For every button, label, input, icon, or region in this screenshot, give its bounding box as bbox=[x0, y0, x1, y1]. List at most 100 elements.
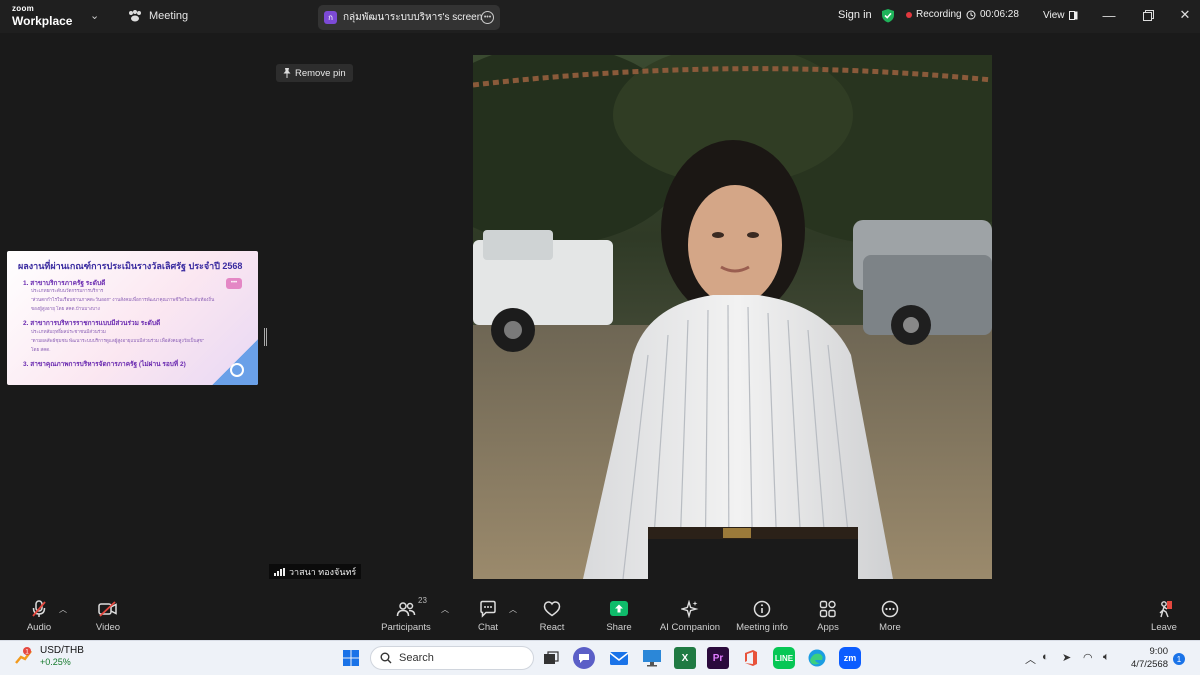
timer-value: 00:06:28 bbox=[980, 9, 1019, 20]
active-speaker-video[interactable] bbox=[473, 55, 992, 579]
meeting-info-button[interactable]: Meeting info bbox=[727, 600, 797, 633]
restore-icon[interactable] bbox=[1139, 7, 1157, 23]
mail-icon[interactable] bbox=[608, 647, 630, 669]
share-tab-label: กลุ่มพัฒนาระบบบริหาร's screen bbox=[343, 12, 483, 23]
windows-taskbar: 1 USD/THB +0.25% Search X Pr LINE zm ︿ ◐… bbox=[0, 640, 1200, 675]
tab-shared-screen[interactable]: ก กลุ่มพัฒนาระบบบริหาร's screen ••• bbox=[318, 5, 500, 30]
chat-options-caret-icon[interactable]: ︿ bbox=[509, 604, 517, 615]
more-options-icon[interactable]: ••• bbox=[481, 11, 494, 24]
excel-icon[interactable]: X bbox=[674, 647, 696, 669]
chat-label: Chat bbox=[477, 622, 499, 633]
pin-icon bbox=[283, 68, 291, 78]
close-icon[interactable]: ✕ bbox=[1176, 7, 1194, 23]
minimize-icon[interactable]: — bbox=[1100, 7, 1118, 23]
meeting-timer: 00:06:28 bbox=[966, 9, 1019, 20]
slide-item-1: 1. สาขาบริการภาครัฐ ระดับดี bbox=[23, 280, 106, 287]
view-label: View bbox=[1043, 10, 1065, 21]
sparkle-icon bbox=[681, 600, 699, 618]
audio-label: Audio bbox=[26, 622, 52, 633]
participants-count: 23 bbox=[418, 596, 427, 605]
office-icon[interactable] bbox=[740, 647, 762, 669]
video-label: Video bbox=[95, 622, 121, 633]
windows-start-icon[interactable] bbox=[340, 647, 362, 669]
tray-expand-icon[interactable]: ︿ bbox=[1025, 651, 1036, 667]
notification-badge[interactable]: 1 bbox=[1173, 653, 1185, 665]
currency-widget[interactable]: 1 USD/THB +0.25% bbox=[14, 645, 84, 667]
title-bar: zoom Workplace ⌄ Meeting ก กลุ่มพัฒนาระบ… bbox=[0, 0, 1200, 33]
apps-icon bbox=[819, 600, 836, 618]
remote-desktop-icon[interactable] bbox=[641, 647, 663, 669]
location-icon[interactable]: ➤ bbox=[1062, 651, 1071, 664]
apps-button[interactable]: Apps bbox=[793, 600, 863, 633]
slide-item-2: 2. สาขาการบริหารราชการแบบมีส่วนร่วม ระดั… bbox=[23, 320, 161, 327]
sharer-avatar: ก bbox=[324, 11, 337, 24]
react-button[interactable]: React bbox=[517, 600, 587, 633]
chat-bubble-icon: ••• bbox=[226, 278, 242, 289]
more-button[interactable]: More bbox=[855, 600, 925, 633]
resize-handle[interactable] bbox=[264, 328, 267, 346]
heart-icon bbox=[543, 601, 561, 617]
tab-meeting[interactable]: Meeting bbox=[128, 10, 188, 22]
audio-options-caret-icon[interactable]: ︿ bbox=[59, 604, 67, 615]
signal-strength-icon bbox=[274, 567, 285, 576]
share-label: Share bbox=[606, 622, 632, 633]
widget-badge: 1 bbox=[25, 649, 29, 656]
slide-item-1-sub-3: ของผู้สูงอายุ โดย สคด.บ้านบางบาง bbox=[31, 306, 100, 311]
slide-logo-icon bbox=[230, 363, 244, 377]
video-button[interactable]: Video bbox=[73, 600, 143, 633]
search-label: Search bbox=[399, 652, 434, 664]
slide-item-2-sub-3: โดย สคด. bbox=[31, 347, 51, 352]
zoom-workplace-logo[interactable]: zoom Workplace bbox=[12, 5, 73, 28]
clock-date: 4/7/2568 bbox=[1131, 658, 1168, 670]
remove-pin-button[interactable]: Remove pin bbox=[276, 64, 353, 82]
tray-app-icon[interactable]: ◐ bbox=[1042, 651, 1049, 663]
zoom-app-icon[interactable]: zm bbox=[839, 647, 861, 669]
share-button[interactable]: Share bbox=[584, 600, 654, 633]
react-label: React bbox=[539, 622, 565, 633]
shared-screen-thumbnail[interactable]: ผลงานที่ผ่านเกณฑ์การประเมินรางวัลเลิศรัฐ… bbox=[7, 251, 258, 385]
recording-indicator[interactable]: Recording bbox=[906, 9, 962, 20]
microphone-muted-icon bbox=[32, 600, 46, 617]
view-button[interactable]: View bbox=[1036, 6, 1085, 25]
leave-label: Leave bbox=[1151, 622, 1177, 633]
recording-label: Recording bbox=[916, 9, 962, 20]
meeting-controls: Audio ︿ Video Participants 23 ︿ Chat ︿ R… bbox=[0, 595, 1200, 640]
speaker-video-frame bbox=[473, 55, 992, 579]
teams-chat-icon[interactable] bbox=[573, 647, 595, 669]
layout-icon bbox=[1068, 11, 1077, 20]
more-label: More bbox=[879, 622, 901, 633]
share-screen-icon bbox=[610, 601, 628, 616]
meeting-tab-label: Meeting bbox=[149, 10, 189, 22]
slide-item-3: 3. สาขาคุณภาพการบริหารจัดการภาครัฐ (ไม่ผ… bbox=[23, 361, 186, 368]
camera-off-icon bbox=[98, 601, 117, 617]
ai-companion-label: AI Companion bbox=[659, 622, 721, 633]
sign-in-link[interactable]: Sign in bbox=[838, 9, 872, 21]
more-dots-icon bbox=[881, 600, 899, 618]
meeting-info-label: Meeting info bbox=[736, 622, 788, 633]
slide-item-1-sub-1: ประเภทยกระดับนวัตกรรมการบริการ bbox=[31, 288, 104, 293]
chat-icon bbox=[480, 600, 496, 618]
currency-change: +0.25% bbox=[40, 657, 71, 667]
security-shield-icon[interactable] bbox=[881, 8, 895, 23]
slide-item-2-sub-1: ประเภทสัมฤทธิ์ผลประชาชนมีส่วนร่วม bbox=[31, 329, 106, 334]
edge-icon[interactable] bbox=[806, 647, 828, 669]
participants-options-caret-icon[interactable]: ︿ bbox=[441, 604, 449, 615]
remove-pin-label: Remove pin bbox=[295, 67, 346, 79]
ai-companion-button[interactable]: AI Companion bbox=[652, 600, 728, 633]
wifi-icon[interactable]: ◠ bbox=[1083, 651, 1093, 664]
clock-icon bbox=[966, 10, 976, 19]
leave-button[interactable]: Leave bbox=[1129, 600, 1199, 633]
system-clock[interactable]: 9:00 4/7/2568 bbox=[1128, 646, 1168, 672]
taskbar-search[interactable]: Search bbox=[370, 646, 534, 670]
premiere-icon[interactable]: Pr bbox=[707, 647, 729, 669]
participants-button[interactable]: Participants bbox=[371, 600, 441, 633]
brand-main: Workplace bbox=[12, 14, 73, 28]
line-icon[interactable]: LINE bbox=[773, 647, 795, 669]
apps-label: Apps bbox=[817, 622, 839, 633]
info-icon bbox=[753, 600, 771, 618]
stock-chart-icon: 1 bbox=[15, 647, 32, 664]
volume-icon[interactable]: 🔈︎ bbox=[1103, 651, 1110, 664]
task-view-icon[interactable] bbox=[540, 647, 562, 669]
chevron-down-icon[interactable]: ⌄ bbox=[90, 9, 99, 22]
participants-label: Participants bbox=[381, 622, 431, 633]
